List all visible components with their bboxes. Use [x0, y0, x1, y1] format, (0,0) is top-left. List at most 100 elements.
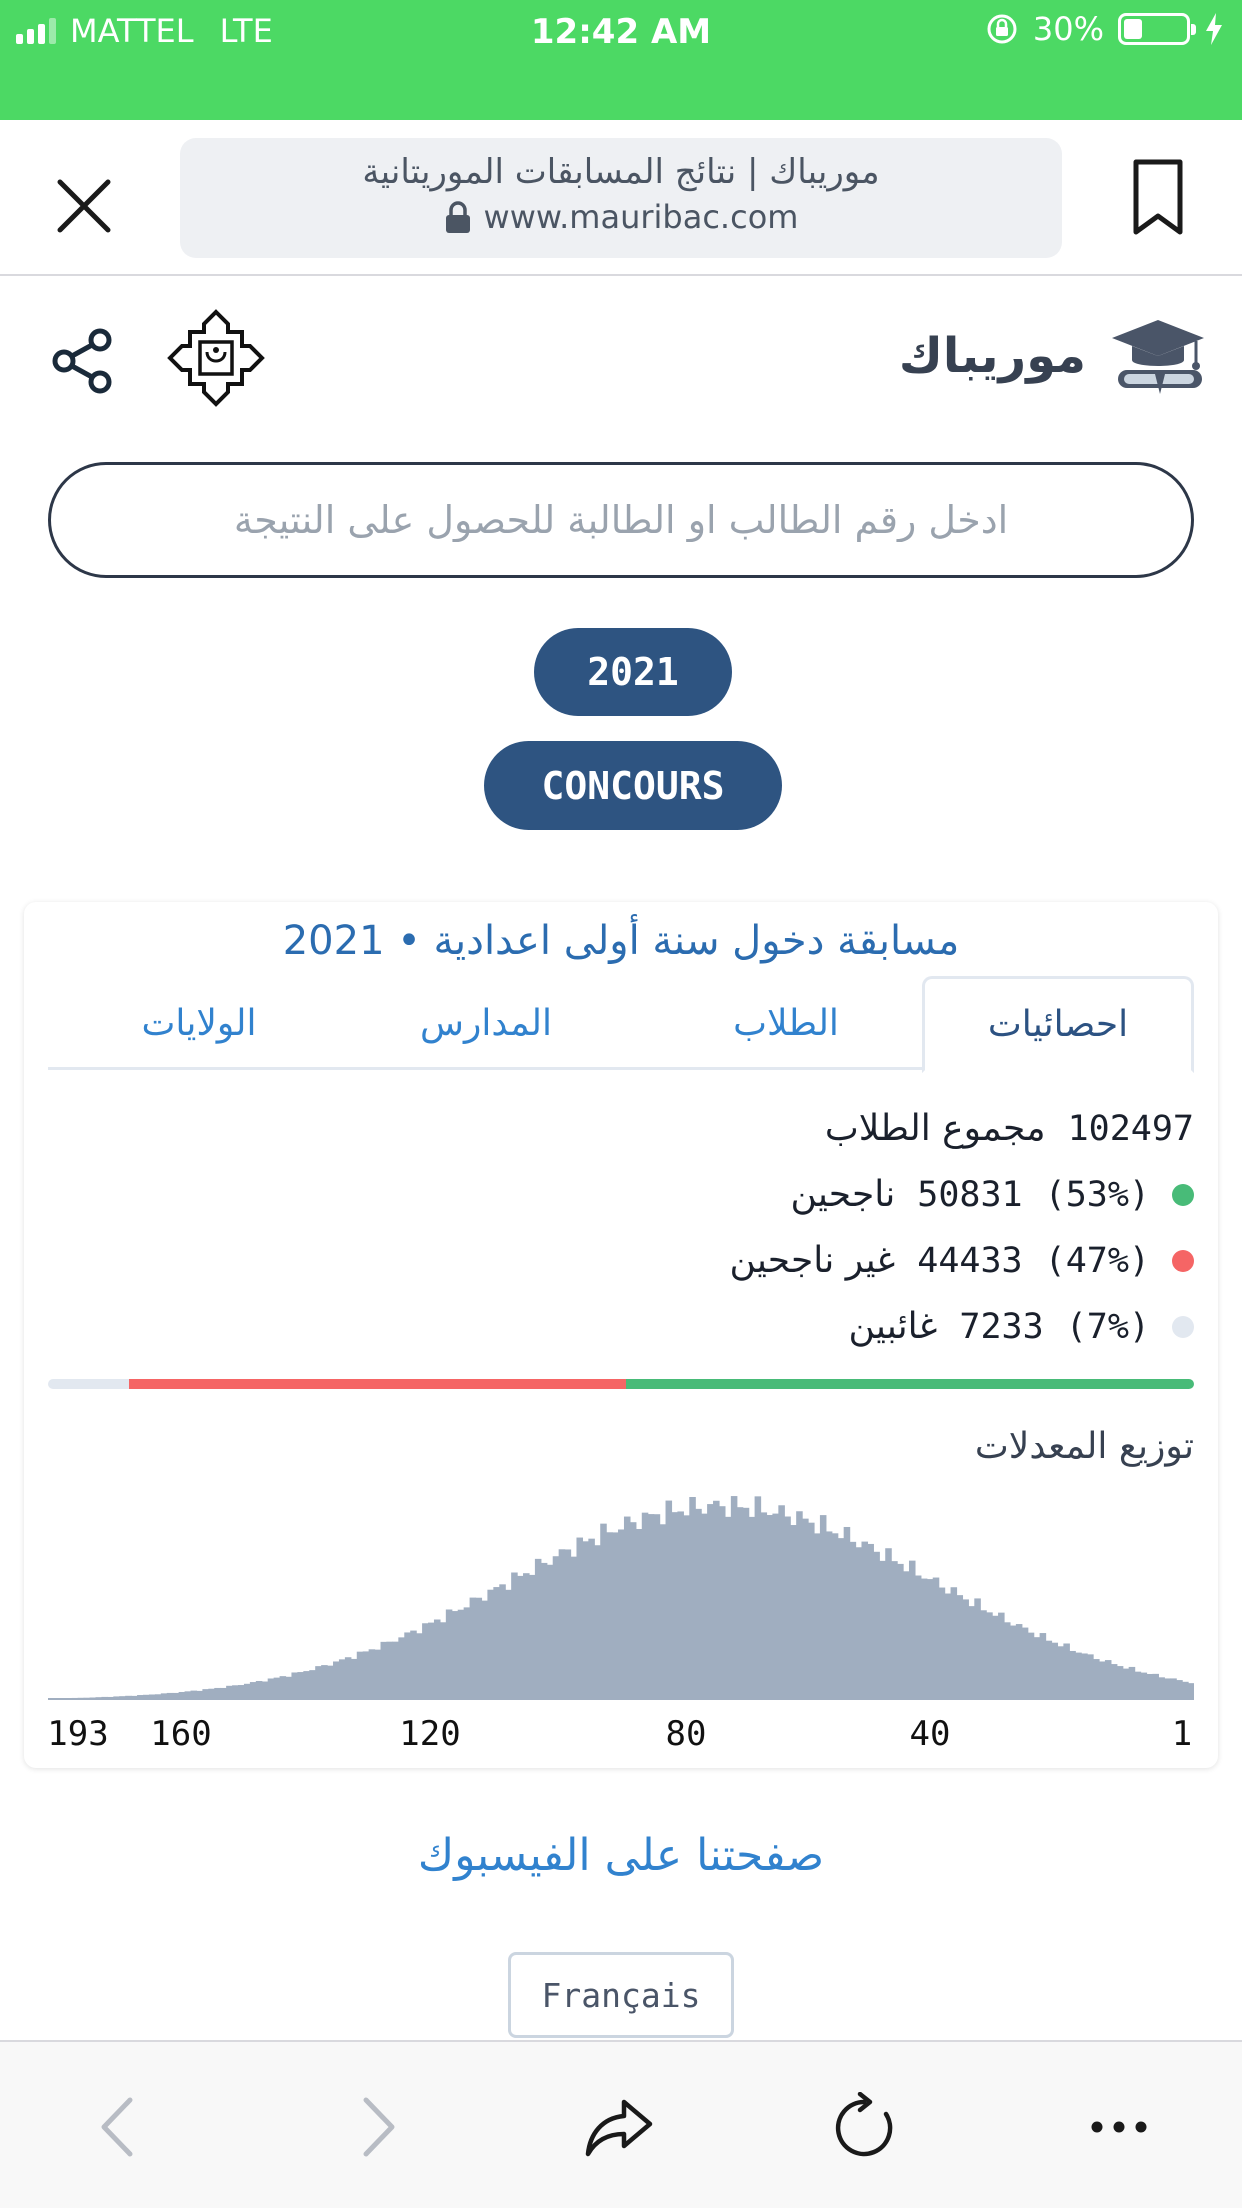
failed-label: غير ناجحين: [729, 1240, 896, 1281]
histogram-bar: [528, 1574, 536, 1700]
battery-icon: [1118, 13, 1196, 45]
histogram-bar: [285, 1676, 293, 1700]
share-icon[interactable]: [50, 328, 116, 394]
reload-icon[interactable]: [834, 2092, 904, 2162]
charging-icon: [1206, 13, 1222, 45]
histogram-bar: [1015, 1624, 1023, 1700]
histogram-bar: [255, 1680, 263, 1700]
histogram-bar: [1039, 1633, 1047, 1700]
histogram-bar: [766, 1515, 774, 1700]
histogram-bar: [469, 1597, 477, 1700]
failed-value: 44433: [917, 1240, 1023, 1281]
histogram-bar: [457, 1609, 465, 1700]
tab-schools[interactable]: المدارس: [366, 976, 606, 1070]
histogram-bar: [689, 1497, 696, 1700]
histogram-bar: [1009, 1625, 1017, 1700]
back-icon[interactable]: [86, 2092, 156, 2162]
rotation-lock-icon: [987, 14, 1017, 44]
histogram-bar: [1063, 1643, 1070, 1700]
histogram-bar: [303, 1671, 310, 1700]
absent-value: 7233: [959, 1306, 1044, 1347]
histogram-bar: [1051, 1642, 1059, 1700]
histogram-bar: [837, 1538, 845, 1700]
histogram-bar: [647, 1514, 655, 1700]
histogram-bar: [641, 1512, 649, 1700]
histogram-bar: [588, 1538, 595, 1700]
histogram-bar: [1087, 1654, 1094, 1700]
brand[interactable]: موريباك: [899, 316, 1206, 396]
search-input[interactable]: [51, 498, 1191, 542]
exam-type-chip[interactable]: CONCOURS: [484, 741, 782, 830]
histogram-bar: [897, 1563, 904, 1700]
histogram-bar: [926, 1579, 934, 1700]
histogram-bar: [606, 1532, 613, 1700]
histogram-bar: [1104, 1660, 1112, 1700]
passed-dot: [1172, 1183, 1194, 1206]
facebook-link[interactable]: صفحتنا على الفيسبوك: [0, 1830, 1242, 1881]
language-button[interactable]: Français: [508, 1952, 734, 2038]
national-emblem-icon: [167, 309, 265, 407]
histogram-bar: [867, 1543, 874, 1700]
grade-histogram: [48, 1496, 1194, 1700]
total-value: 102497: [1067, 1108, 1194, 1149]
histogram-bar: [1003, 1622, 1011, 1700]
split-absent: [48, 1379, 129, 1389]
histogram-bar: [398, 1637, 405, 1700]
histogram-bar: [451, 1611, 459, 1700]
year-chip[interactable]: 2021: [534, 628, 732, 716]
status-right: 30%: [985, 10, 1224, 48]
histogram-bar: [558, 1549, 566, 1700]
histogram-bar: [374, 1649, 382, 1700]
histogram-bar: [344, 1657, 352, 1700]
x-tick: 193: [47, 1714, 109, 1754]
url-text: www.mauribac.com: [483, 198, 799, 236]
tab-students[interactable]: الطلاب: [676, 976, 896, 1070]
histogram-bar: [1116, 1666, 1124, 1700]
student-search[interactable]: [48, 462, 1194, 578]
bookmark-icon[interactable]: [1130, 158, 1186, 238]
tab-regions[interactable]: الولايات: [84, 976, 314, 1070]
histogram-bar: [1033, 1637, 1041, 1700]
browser-toolbar: [0, 2040, 1242, 2208]
histogram-bar: [861, 1541, 869, 1700]
stat-absent: (7%) 7233 غائبين: [848, 1306, 1194, 1347]
histogram-bar: [475, 1597, 483, 1700]
absent-label: غائبين: [848, 1306, 938, 1347]
histogram-bar: [790, 1525, 797, 1700]
histogram-bar: [315, 1666, 322, 1700]
histogram-bar: [932, 1577, 940, 1700]
histogram-bar: [327, 1665, 334, 1700]
passed-value: 50831: [917, 1174, 1023, 1215]
histogram-bar: [297, 1672, 304, 1700]
histogram-bar: [404, 1632, 411, 1700]
histogram-bar: [338, 1659, 346, 1700]
histogram-bar: [333, 1661, 340, 1700]
total-label: مجموع الطلاب: [824, 1108, 1046, 1149]
card-title: مسابقة دخول سنة أولى اعدادية • 2021: [282, 918, 960, 964]
split-passed: [625, 1379, 1194, 1389]
histogram-bar: [707, 1504, 714, 1700]
forward-icon[interactable]: [340, 2092, 410, 2162]
more-icon[interactable]: [1084, 2092, 1154, 2162]
share-arrow-icon[interactable]: [584, 2092, 654, 2162]
histogram-bar: [582, 1541, 589, 1700]
absent-dot: [1172, 1315, 1194, 1338]
tab-statistics[interactable]: احصائيات: [922, 976, 1194, 1073]
histogram-bar: [439, 1622, 447, 1700]
close-icon[interactable]: [48, 170, 120, 242]
histogram-bar: [754, 1496, 762, 1700]
page-title: موريباك | نتائج المسابقات الموريتانية: [362, 152, 880, 192]
histogram-bar: [618, 1529, 625, 1700]
x-tick: 120: [399, 1714, 461, 1754]
url-pill[interactable]: موريباك | نتائج المسابقات الموريتانية ww…: [180, 138, 1062, 258]
histogram-bar: [600, 1523, 607, 1700]
histogram-bar: [974, 1598, 981, 1700]
histogram-bar: [392, 1641, 399, 1700]
histogram-bar: [683, 1515, 690, 1700]
histogram-bar: [517, 1575, 524, 1700]
histogram-bar: [908, 1560, 916, 1700]
graduation-cap-icon: [1112, 320, 1204, 394]
histogram-bar: [534, 1558, 542, 1700]
histogram-bar: [665, 1500, 673, 1700]
histogram-bar: [879, 1560, 886, 1700]
